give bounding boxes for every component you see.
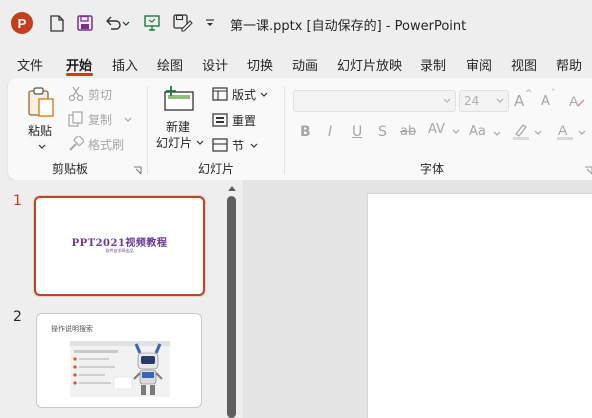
- chevron-down-icon: [38, 144, 46, 149]
- chevron-down-icon: [250, 143, 258, 148]
- tab-insert[interactable]: 插入: [112, 55, 138, 74]
- shadow-button[interactable]: S: [378, 124, 387, 140]
- slide-1-title: PPT2021视频教程: [71, 238, 168, 249]
- tab-transitions[interactable]: 切换: [247, 55, 273, 74]
- dialog-launcher-icon[interactable]: [584, 166, 592, 175]
- strikethrough-button[interactable]: ab: [400, 124, 416, 139]
- cut-label: 剪切: [88, 88, 113, 102]
- active-tab-indicator: [66, 73, 93, 76]
- window-title: 第一课.pptx [自动保存的] - PowerPoint: [230, 19, 467, 34]
- copy-icon: [68, 111, 83, 127]
- shrink-font-button[interactable]: A ˇ: [541, 89, 561, 112]
- layout-icon: [212, 87, 228, 101]
- clipboard-group-label: 剪贴板: [52, 162, 89, 176]
- save-icon[interactable]: [76, 13, 94, 33]
- dialog-launcher-icon[interactable]: [133, 166, 142, 175]
- slide-number: 2: [13, 309, 22, 325]
- slides-group-label: 幻灯片: [198, 162, 235, 176]
- tab-animations[interactable]: 动画: [292, 55, 318, 74]
- title-bar: P 第一课.pptx [自动保存的] - PowerPoint: [0, 0, 592, 46]
- undo-icon[interactable]: [104, 13, 130, 33]
- chevron-down-icon: [534, 130, 542, 135]
- customize-icon[interactable]: [203, 13, 217, 33]
- new-slide-label-line2: 幻灯片: [156, 136, 193, 150]
- paste-label: 粘贴: [28, 124, 53, 138]
- present-icon[interactable]: [142, 13, 162, 33]
- powerpoint-logo-icon: P: [11, 12, 33, 34]
- chevron-down-icon: [124, 117, 132, 122]
- bold-button[interactable]: B: [300, 124, 311, 140]
- font-name-combo[interactable]: [293, 90, 456, 112]
- slide-1-subtitle: 软件自学网出品: [105, 248, 134, 253]
- ribbon-home: 粘贴 剪切 复制 格式刷 剪贴板 新建 幻灯片 版式 重置 节 幻灯片 24 A…: [8, 78, 592, 180]
- tab-draw[interactable]: 绘图: [157, 55, 183, 74]
- ribbon-separator: [147, 86, 148, 174]
- cut-button[interactable]: 剪切: [68, 84, 128, 104]
- copy-label: 复制: [88, 113, 113, 127]
- layout-label: 版式: [232, 88, 257, 102]
- section-icon: [212, 138, 228, 152]
- reset-button[interactable]: 重置: [212, 110, 272, 130]
- italic-button[interactable]: I: [328, 124, 332, 140]
- tab-home[interactable]: 开始: [66, 55, 92, 74]
- tab-file[interactable]: 文件: [17, 55, 43, 74]
- ribbon-separator: [284, 86, 285, 174]
- reset-label: 重置: [232, 114, 257, 128]
- slide-canvas[interactable]: [367, 193, 592, 418]
- format-painter-icon: [69, 136, 84, 151]
- new-slide-button[interactable]: 新建 幻灯片: [154, 84, 204, 154]
- format-painter-button[interactable]: 格式刷: [68, 134, 138, 154]
- save-as-icon[interactable]: [172, 13, 194, 33]
- character-spacing-button[interactable]: AV: [428, 120, 462, 142]
- scrollbar-thumb[interactable]: [227, 196, 236, 418]
- new-slide-icon: [164, 86, 194, 111]
- svg-text:A: A: [569, 93, 579, 109]
- slide-thumbnail-2[interactable]: 操作说明搜索: [36, 313, 202, 408]
- chevron-down-icon: [443, 98, 451, 103]
- chevron-down-icon: [452, 129, 460, 134]
- format-painter-label: 格式刷: [88, 138, 125, 152]
- new-file-icon[interactable]: [48, 13, 66, 33]
- font-size-value: 24: [464, 94, 480, 108]
- font-color-button[interactable]: A: [556, 122, 592, 144]
- tab-help[interactable]: 帮助: [556, 55, 582, 74]
- tab-record[interactable]: 录制: [420, 55, 446, 74]
- chevron-down-icon: [196, 140, 204, 145]
- tab-review[interactable]: 审阅: [466, 55, 492, 74]
- scroll-up-arrow-icon[interactable]: [227, 184, 237, 192]
- caret-down-icon: ˇ: [551, 89, 556, 99]
- font-color-icon: A: [557, 122, 573, 140]
- paste-button[interactable]: 粘贴: [22, 84, 62, 152]
- layout-button[interactable]: 版式: [212, 84, 272, 104]
- font-group-label: 字体: [420, 162, 445, 176]
- section-button[interactable]: 节: [212, 135, 272, 155]
- svg-text:A: A: [558, 122, 568, 138]
- slide-2-screenshot-image: [70, 341, 170, 397]
- scissors-icon: [68, 86, 84, 102]
- slide-2-title: 操作说明搜索: [51, 325, 93, 333]
- chevron-down-icon: [493, 131, 501, 136]
- chevron-down-icon: [496, 98, 504, 103]
- tab-design[interactable]: 设计: [202, 55, 228, 74]
- font-size-combo[interactable]: 24: [459, 90, 509, 112]
- slide-number: 1: [13, 193, 22, 209]
- slide-thumbnail-1[interactable]: PPT2021视频教程 软件自学网出品: [34, 196, 205, 296]
- reset-icon: [212, 113, 228, 127]
- underline-button[interactable]: U: [352, 124, 362, 140]
- tab-view[interactable]: 视图: [511, 55, 537, 74]
- highlighter-icon: [513, 124, 529, 140]
- chevron-down-icon: [260, 92, 268, 97]
- grow-font-button[interactable]: A ^: [514, 89, 534, 112]
- highlight-button[interactable]: [512, 122, 546, 144]
- paste-icon: [28, 87, 54, 117]
- new-slide-label-line1: 新建: [166, 120, 191, 134]
- copy-button[interactable]: 复制: [68, 109, 138, 129]
- caret-up-icon: ^: [525, 89, 533, 99]
- chevron-down-icon: [578, 130, 586, 135]
- tab-slideshow[interactable]: 幻灯片放映: [337, 55, 402, 74]
- section-label: 节: [232, 139, 245, 153]
- clear-formatting-icon[interactable]: A: [568, 92, 586, 110]
- change-case-button[interactable]: Aa: [469, 122, 503, 142]
